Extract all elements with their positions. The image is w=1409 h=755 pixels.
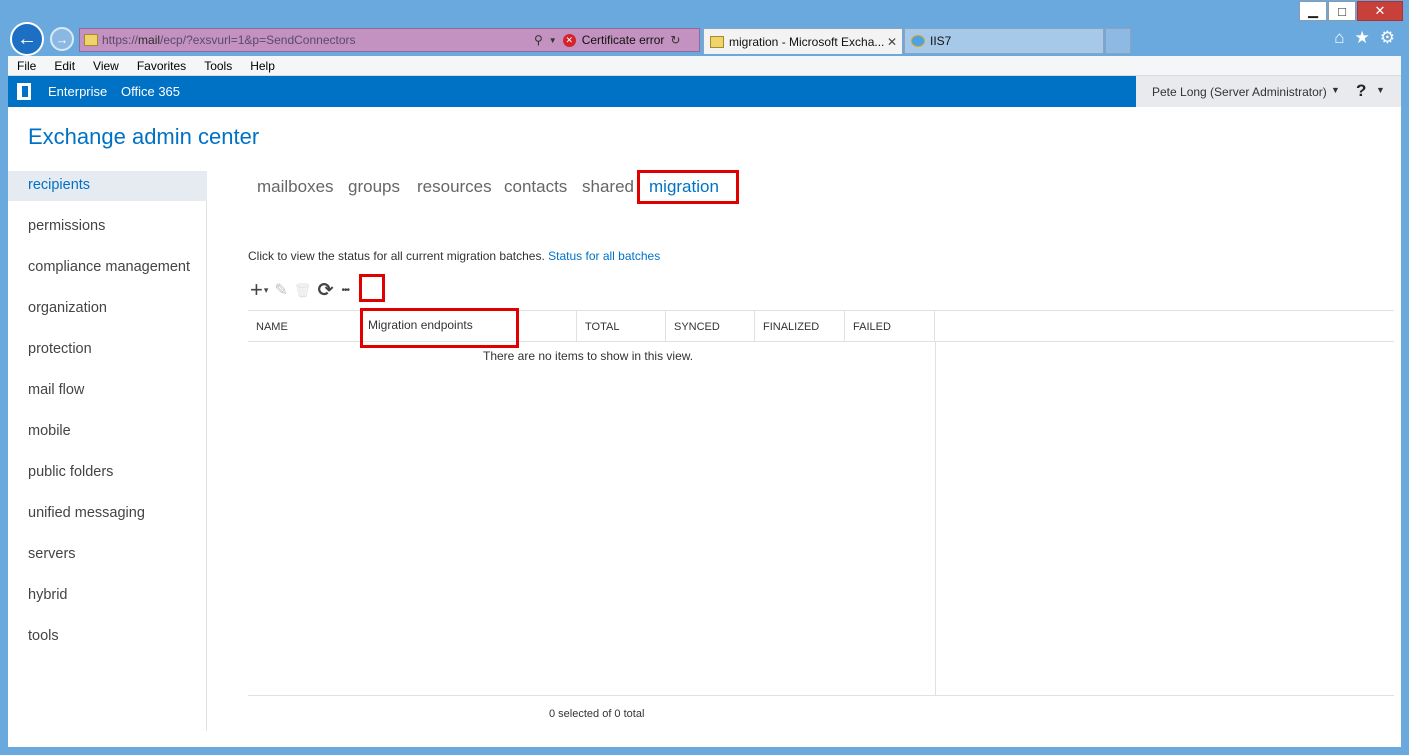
help-chevron-down-icon[interactable]: ▼	[1376, 85, 1385, 95]
edit-pencil-icon[interactable]: ✎	[274, 279, 287, 301]
column-failed-label: FAILED	[853, 320, 891, 333]
status-text: Click to view the status for all current…	[248, 249, 545, 263]
endpoints-highlight-box	[360, 308, 519, 348]
chevron-down-icon[interactable]: ▼	[1331, 85, 1340, 95]
column-synced-label: SYNCED	[674, 320, 720, 333]
more-options-icon[interactable]: •••	[342, 279, 350, 301]
enterprise-link[interactable]: Enterprise	[48, 84, 107, 99]
url-host: mail	[138, 33, 161, 47]
tab-resources[interactable]: resources	[417, 177, 492, 197]
certificate-error-label[interactable]: Certificate error	[582, 33, 665, 47]
column-total-label: TOTAL	[585, 320, 620, 333]
url-path: /ecp/?exsvurl=1&p=SendConnectors	[160, 33, 356, 47]
column-finalized-label: FINALIZED	[763, 320, 820, 333]
close-window-button[interactable]: ✕	[1357, 1, 1403, 21]
toolbar: + ▾ ✎ 🗑 ⟳ •••	[250, 277, 355, 302]
tab-favicon-icon	[710, 35, 724, 48]
page-content: Enterprise Office 365 Pete Long (Server …	[8, 76, 1401, 747]
tab-contacts[interactable]: contacts	[504, 177, 567, 197]
help-icon[interactable]: ?	[1356, 81, 1366, 101]
settings-gear-icon[interactable]: ⚙	[1380, 28, 1395, 48]
page-favicon-icon	[84, 34, 98, 46]
tab-shared[interactable]: shared	[582, 177, 634, 197]
column-name-label: NAME	[256, 320, 288, 333]
menu-tools[interactable]: Tools	[195, 59, 241, 73]
more-highlight-box	[359, 274, 385, 302]
menu-favorites[interactable]: Favorites	[128, 59, 195, 73]
page-title: Exchange admin center	[28, 124, 260, 149]
delete-trash-icon[interactable]: 🗑	[294, 279, 312, 301]
office365-link[interactable]: Office 365	[121, 84, 180, 99]
refresh-icon[interactable]: ⟳	[318, 279, 334, 301]
browser-tools: ⌂ ★ ⚙	[1334, 28, 1395, 48]
column-total[interactable]: TOTAL	[577, 311, 666, 342]
menu-help[interactable]: Help	[241, 59, 284, 73]
nav-item-recipients[interactable]: recipients	[28, 177, 90, 193]
back-button[interactable]: ←	[10, 22, 44, 56]
new-tab-button[interactable]	[1105, 28, 1131, 54]
dropdown-caret-icon[interactable]: ▼	[549, 36, 557, 45]
nav-item-mobile[interactable]: mobile	[28, 423, 71, 439]
status-line: Click to view the status for all current…	[248, 249, 660, 263]
window-controls: ▁ □ ✕	[1298, 1, 1403, 21]
tab-mailboxes[interactable]: mailboxes	[257, 177, 334, 197]
user-menu[interactable]: Pete Long (Server Administrator) ▼ ? ▼	[1136, 76, 1401, 107]
tab-groups[interactable]: groups	[348, 177, 400, 197]
refresh-page-icon[interactable]: ↻	[670, 33, 680, 47]
nav-item-mail-flow[interactable]: mail flow	[28, 382, 84, 398]
tab-migration[interactable]: migration - Microsoft Excha... ✕	[703, 28, 903, 54]
status-all-batches-link[interactable]: Status for all batches	[548, 249, 660, 263]
nav-item-protection[interactable]: protection	[28, 341, 92, 357]
favorites-star-icon[interactable]: ★	[1355, 28, 1370, 48]
url-scheme: https://	[102, 33, 139, 47]
grid-footer-count: 0 selected of 0 total	[549, 708, 645, 720]
address-bar[interactable]: https://mail/ecp/?exsvurl=1&p=SendConnec…	[79, 28, 700, 52]
menu-edit[interactable]: Edit	[45, 59, 84, 73]
menu-bar: File Edit View Favorites Tools Help	[8, 56, 1401, 76]
certificate-error-icon[interactable]: ✕	[562, 33, 576, 47]
user-name[interactable]: Pete Long (Server Administrator)	[1152, 85, 1327, 99]
add-dropdown-caret-icon[interactable]: ▾	[264, 279, 269, 301]
minimize-button[interactable]: ▁	[1299, 1, 1327, 21]
suite-bar: Enterprise Office 365 Pete Long (Server …	[8, 76, 1401, 107]
left-nav: recipients permissions compliance manage…	[8, 171, 207, 731]
nav-item-hybrid[interactable]: hybrid	[28, 587, 68, 603]
home-icon[interactable]: ⌂	[1334, 28, 1344, 48]
ie-icon	[911, 35, 925, 47]
empty-grid-message: There are no items to show in this view.	[483, 349, 694, 363]
arrow-right-icon: →	[55, 31, 69, 47]
maximize-button[interactable]: □	[1328, 1, 1356, 21]
close-tab-icon[interactable]: ✕	[887, 35, 897, 49]
nav-item-tools[interactable]: tools	[28, 628, 59, 644]
office-logo-icon[interactable]	[17, 83, 31, 100]
nav-item-public-folders[interactable]: public folders	[28, 464, 113, 480]
nav-item-servers[interactable]: servers	[28, 546, 76, 562]
tab-label: migration - Microsoft Excha...	[729, 34, 885, 49]
nav-item-unified-messaging[interactable]: unified messaging	[28, 505, 145, 521]
browser-window: ▁ □ ✕ ← → https://mail/ecp/?exsvurl=1&p=…	[0, 0, 1409, 755]
grid-divider	[935, 342, 936, 696]
column-failed[interactable]: FAILED	[845, 311, 935, 342]
search-icon[interactable]: ⚲	[534, 33, 543, 47]
nav-item-permissions[interactable]: permissions	[28, 218, 105, 234]
arrow-left-icon: ←	[17, 27, 37, 50]
add-icon[interactable]: +	[250, 277, 263, 302]
menu-file[interactable]: File	[8, 59, 45, 73]
migration-highlight-box	[637, 170, 739, 204]
grid-bottom-border	[248, 695, 1394, 696]
address-url[interactable]: https://mail/ecp/?exsvurl=1&p=SendConnec…	[102, 33, 534, 47]
tab-iis7[interactable]: IIS7	[904, 28, 1104, 54]
column-synced[interactable]: SYNCED	[666, 311, 755, 342]
nav-item-compliance-management[interactable]: compliance management	[28, 259, 190, 275]
forward-button[interactable]: →	[50, 27, 74, 51]
nav-item-organization[interactable]: organization	[28, 300, 107, 316]
column-finalized[interactable]: FINALIZED	[755, 311, 845, 342]
menu-view[interactable]: View	[84, 59, 128, 73]
tab-label: IIS7	[930, 34, 952, 48]
